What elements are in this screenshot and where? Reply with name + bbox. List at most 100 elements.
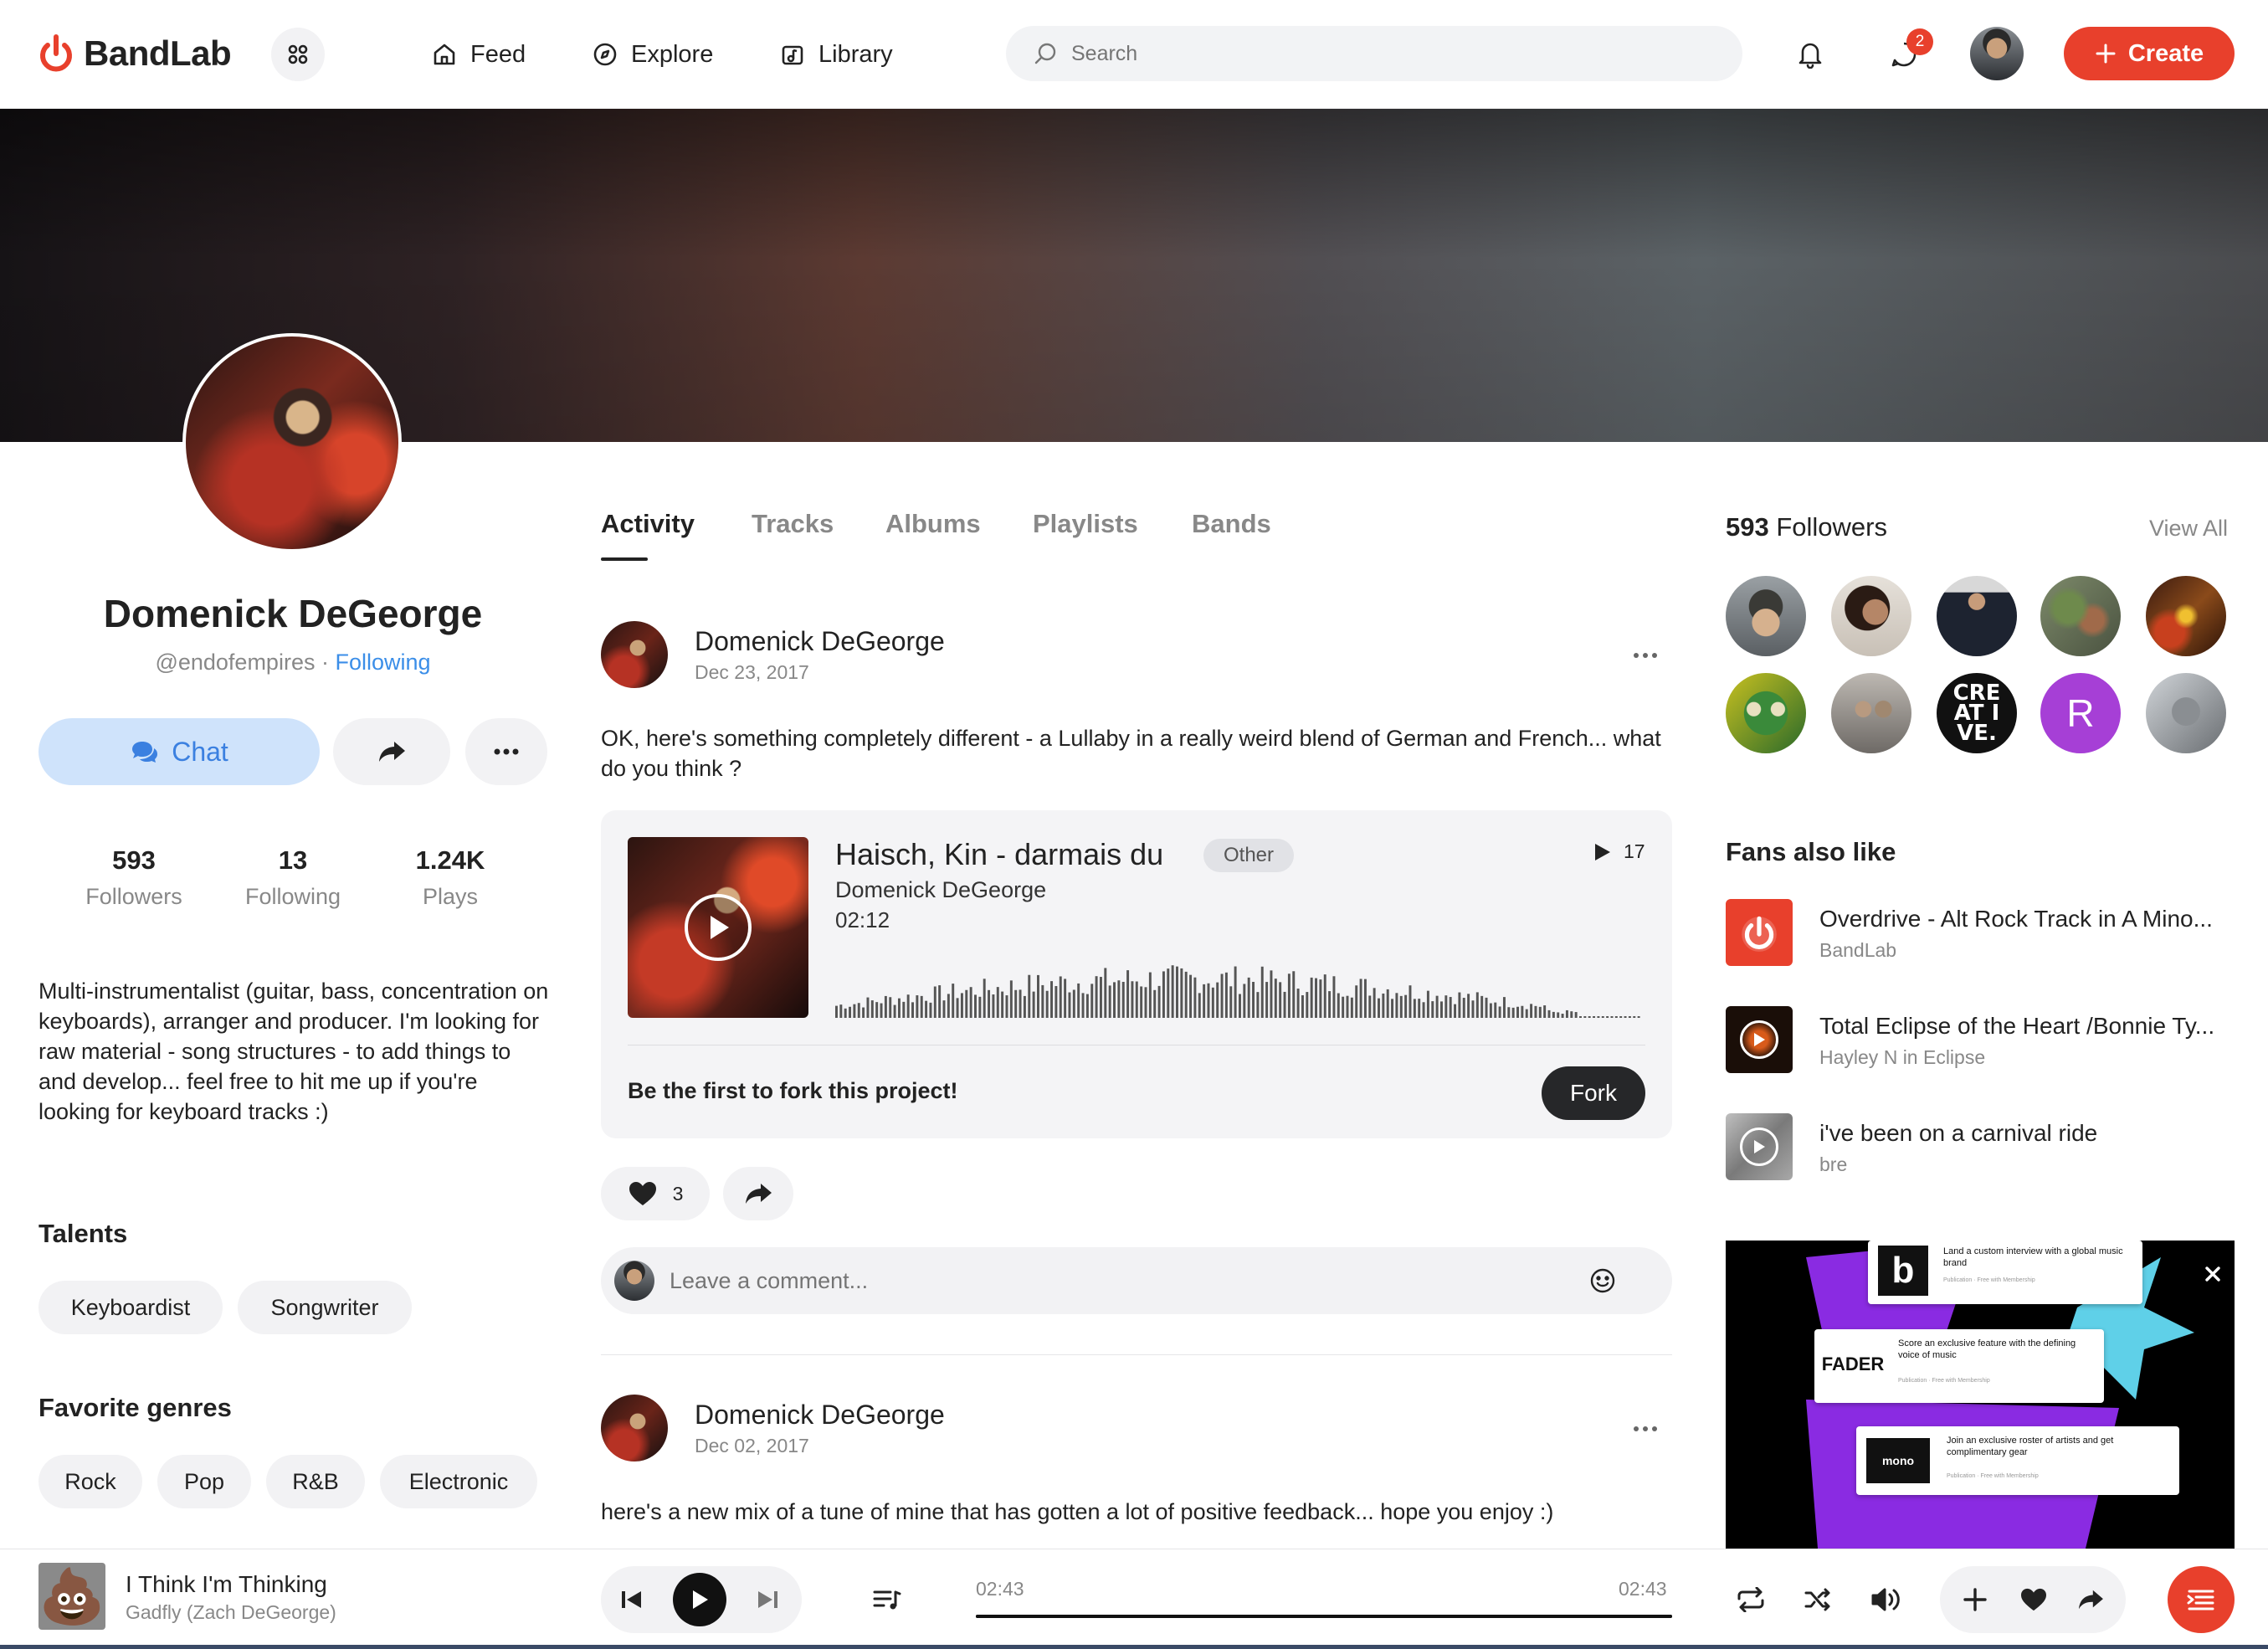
comment-box[interactable] — [601, 1247, 1672, 1314]
tab-albums[interactable]: Albums — [885, 509, 981, 539]
waveform-bar — [1413, 999, 1416, 1018]
fan-track-title[interactable]: Total Eclipse of the Heart /Bonnie Ty... — [1819, 1013, 2214, 1040]
nav-explore-link[interactable]: Explore — [593, 33, 713, 75]
view-all-followers-link[interactable]: View All — [2149, 516, 2228, 542]
share-profile-button[interactable] — [333, 718, 450, 785]
play-pause-button[interactable] — [673, 1573, 726, 1626]
user-avatar[interactable] — [1970, 27, 2024, 80]
like-button[interactable]: 3 — [601, 1167, 710, 1220]
waveform-bar — [1431, 1001, 1434, 1018]
nav-library-link[interactable]: Library — [780, 33, 893, 75]
fan-track-title[interactable]: Overdrive - Alt Rock Track in A Mino... — [1819, 906, 2213, 932]
now-playing-title[interactable]: I Think I'm Thinking — [126, 1571, 327, 1598]
fan-track-artwork[interactable] — [1726, 899, 1793, 966]
waveform-bar — [1171, 965, 1174, 1018]
waveform-bar — [1167, 968, 1170, 1018]
waveform-bar — [1471, 1000, 1475, 1018]
genre-chip[interactable]: Electronic — [380, 1455, 537, 1508]
waveform-bar — [1059, 976, 1062, 1018]
track-waveform[interactable] — [835, 951, 1642, 1018]
talent-chip[interactable]: Keyboardist — [38, 1281, 223, 1334]
ad-close-button[interactable] — [2201, 1262, 2224, 1286]
post-author-avatar[interactable] — [601, 1395, 668, 1461]
queue-list-button[interactable] — [870, 1583, 904, 1616]
follower-avatar[interactable] — [2146, 576, 2226, 656]
shuffle-button[interactable] — [1801, 1583, 1834, 1616]
genre-chip[interactable]: Rock — [38, 1455, 142, 1508]
tab-bands[interactable]: Bands — [1192, 509, 1271, 539]
fan-track-subtitle[interactable]: BandLab — [1819, 939, 1896, 962]
follower-avatar[interactable] — [2146, 673, 2226, 753]
waveform-bar — [1256, 992, 1260, 1018]
fan-track-play-button[interactable] — [1740, 1128, 1778, 1166]
follower-avatar[interactable] — [1937, 576, 2017, 656]
follower-avatar[interactable]: R — [2040, 673, 2121, 753]
post-more-button[interactable] — [1627, 1416, 1664, 1441]
fan-track-subtitle[interactable]: Hayley N in Eclipse — [1819, 1046, 1985, 1069]
previous-track-button[interactable] — [614, 1583, 648, 1616]
follower-avatar[interactable] — [1726, 673, 1806, 753]
repeat-button[interactable] — [1734, 1583, 1768, 1616]
bandlab-logo[interactable]: BandLab — [37, 30, 232, 77]
stat-followers[interactable]: 593 Followers — [50, 845, 218, 910]
tab-playlists[interactable]: Playlists — [1033, 509, 1138, 539]
follower-avatar[interactable] — [1726, 576, 1806, 656]
track-title[interactable]: Haisch, Kin - darmais du — [835, 837, 1163, 872]
comment-input[interactable] — [670, 1267, 1573, 1294]
chat-button[interactable]: Chat — [38, 718, 320, 785]
post-author-avatar[interactable] — [601, 621, 668, 688]
share-track-button[interactable] — [2074, 1583, 2107, 1616]
waveform-bar — [1386, 989, 1389, 1018]
share-post-button[interactable] — [723, 1167, 793, 1220]
search-input[interactable] — [1071, 41, 1724, 66]
notifications-button[interactable] — [1793, 37, 1828, 72]
fork-button[interactable]: Fork — [1542, 1066, 1645, 1120]
search-bar[interactable] — [1006, 26, 1742, 81]
genre-chip[interactable]: Pop — [157, 1455, 251, 1508]
post-author-name[interactable]: Domenick DeGeorge — [695, 1400, 945, 1431]
messages-button[interactable]: 2 — [1886, 28, 1933, 72]
volume-button[interactable] — [1868, 1583, 1905, 1616]
follower-avatar[interactable]: CRE AT I VE. — [1937, 673, 2017, 753]
fan-track-artwork[interactable] — [1726, 1113, 1793, 1180]
track-play-button[interactable] — [685, 894, 752, 961]
open-queue-button[interactable] — [2168, 1566, 2235, 1633]
profile-more-button[interactable] — [465, 718, 547, 785]
add-to-playlist-button[interactable] — [1958, 1583, 1992, 1616]
bell-icon — [1798, 43, 1822, 69]
stat-following[interactable]: 13 Following — [209, 845, 377, 910]
next-track-button[interactable] — [752, 1583, 785, 1616]
waveform-bar — [925, 1000, 928, 1018]
follower-avatar[interactable] — [1831, 576, 1911, 656]
waveform-bar — [1247, 977, 1250, 1018]
membership-ad[interactable]: b Land a custom interview with a global … — [1726, 1241, 2235, 1549]
fan-track-title[interactable]: i've been on a carnival ride — [1819, 1120, 2097, 1147]
tab-activity[interactable]: Activity — [601, 509, 695, 539]
post-more-button[interactable] — [1627, 643, 1664, 668]
fan-track-play-button[interactable] — [1740, 1020, 1778, 1059]
track-card[interactable]: Haisch, Kin - darmais du Other 17 Domeni… — [601, 810, 1672, 1138]
waveform-bar — [1203, 984, 1206, 1018]
post-author-name[interactable]: Domenick DeGeorge — [695, 626, 945, 657]
genre-chip[interactable]: R&B — [266, 1455, 365, 1508]
tab-tracks[interactable]: Tracks — [752, 509, 834, 539]
fan-track-artwork[interactable] — [1726, 1006, 1793, 1073]
create-button[interactable]: Create — [2064, 27, 2235, 80]
track-artist[interactable]: Domenick DeGeorge — [835, 877, 1046, 903]
waveform-bar — [1099, 977, 1102, 1018]
waveform-bar — [1301, 995, 1304, 1018]
follower-avatar[interactable] — [1831, 673, 1911, 753]
track-artwork[interactable] — [628, 837, 808, 1018]
following-status-link[interactable]: Following — [335, 650, 430, 675]
follower-avatar[interactable] — [2040, 576, 2121, 656]
progress-bar[interactable] — [976, 1615, 1672, 1618]
like-track-button[interactable] — [2017, 1583, 2050, 1616]
emoji-icon[interactable] — [1588, 1266, 1617, 1295]
now-playing-artwork[interactable]: 💩 — [38, 1563, 105, 1630]
share-arrow-icon — [746, 1184, 772, 1204]
apps-menu-button[interactable] — [271, 28, 325, 81]
talent-chip[interactable]: Songwriter — [238, 1281, 412, 1334]
now-playing-artist[interactable]: Gadfly (Zach DeGeorge) — [126, 1601, 336, 1624]
nav-feed-link[interactable]: Feed — [432, 33, 526, 75]
fan-track-subtitle[interactable]: bre — [1819, 1153, 1847, 1176]
